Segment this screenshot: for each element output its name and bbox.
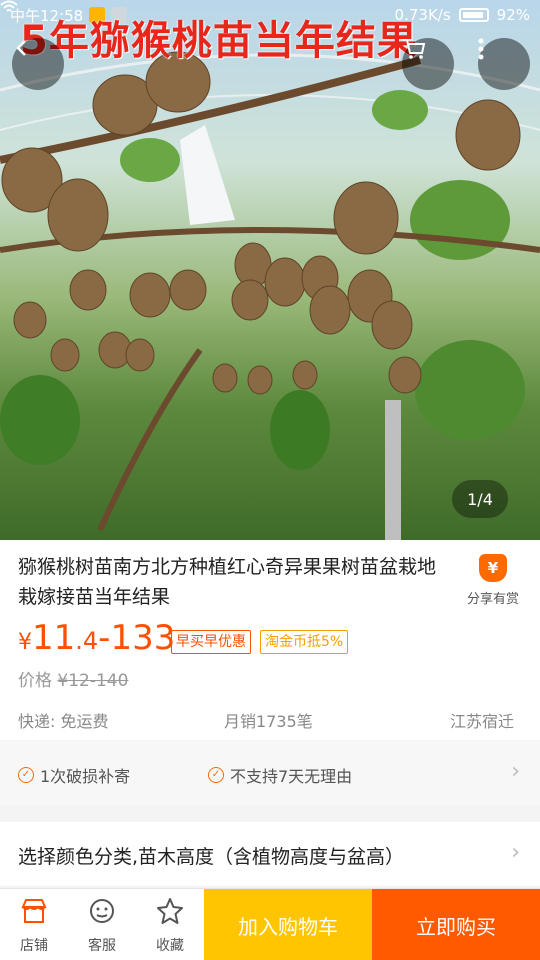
original-price-label: 价格 (18, 671, 52, 691)
store-icon (21, 899, 47, 923)
store-button[interactable]: 店铺 (2, 897, 66, 955)
money-bag-icon: ¥ (479, 554, 507, 582)
product-image-gallery[interactable]: 中午12:58 0.73K/s 92% 5年猕猴桃苗当年结果 1/4 (0, 0, 540, 540)
chevron-right-icon: › (511, 759, 520, 784)
share-reward-button[interactable]: ¥ 分享有赏 (460, 554, 526, 607)
guarantee-label: 1次破损补寄 (40, 767, 131, 786)
price-integer: 11 (32, 618, 76, 658)
service-guarantees[interactable]: ✓ 1次破损补寄 ✓ 不支持7天无理由 › (0, 741, 540, 805)
shipping-info: 快递: 免运费 (18, 712, 109, 731)
sku-select-label: 选择颜色分类,苗木高度（含植物高度与盆高） (18, 846, 405, 868)
chevron-right-icon: › (511, 840, 520, 865)
guarantee-label: 不支持7天无理由 (230, 767, 353, 786)
cart-button[interactable] (402, 38, 454, 90)
sku-select-row[interactable]: 选择颜色分类,苗木高度（含植物高度与盆高） › (0, 822, 540, 886)
customer-service-icon (90, 899, 114, 923)
kiwi-photo (0, 51, 540, 540)
ship-location: 江苏宿迁 (450, 712, 515, 731)
coin-discount-tag: 淘金币抵5% (260, 630, 349, 654)
guarantee-item: ✓ 1次破损补寄 (18, 763, 130, 787)
bottom-action-bar: 店铺 客服 收藏 加入购物车 立即购买 (0, 888, 540, 960)
price-range-end: -133 (98, 618, 176, 658)
store-label: 店铺 (20, 938, 48, 954)
chevron-left-icon (16, 40, 26, 56)
favorite-button[interactable]: 收藏 (138, 897, 202, 955)
add-to-cart-button[interactable]: 加入购物车 (204, 889, 372, 960)
more-button[interactable] (478, 38, 530, 90)
check-circle-icon: ✓ (18, 767, 34, 783)
customer-service-button[interactable]: 客服 (70, 897, 134, 955)
product-title: 猕猴桃树苗南方北方种植红心奇异果果树苗盆栽地栽嫁接苗当年结果 (18, 556, 437, 608)
price-decimal: .4 (75, 627, 99, 655)
promo-tag: 早买早优惠 (171, 630, 251, 654)
monthly-sales: 月销1735笔 (224, 712, 313, 731)
price: ¥ 11 .4 -133 (18, 618, 175, 658)
original-price: 价格 ¥12-140 (18, 666, 128, 691)
share-label: 分享有赏 (466, 592, 519, 607)
gallery-pager: 1/4 (452, 480, 508, 518)
product-detail-page: 中午12:58 0.73K/s 92% 5年猕猴桃苗当年结果 1/4 猕猴桃树苗… (0, 0, 540, 960)
favorite-label: 收藏 (156, 938, 184, 954)
cart-icon (403, 39, 426, 59)
star-icon (157, 898, 183, 924)
price-currency: ¥ (18, 630, 32, 655)
wifi-icon (0, 0, 18, 12)
check-circle-icon: ✓ (208, 767, 224, 783)
more-vertical-icon (478, 38, 484, 60)
product-info: 猕猴桃树苗南方北方种植红心奇异果果树苗盆栽地栽嫁接苗当年结果 ¥ 分享有赏 ¥ … (0, 540, 540, 740)
service-label: 客服 (88, 938, 116, 954)
guarantee-item: ✓ 不支持7天无理由 (208, 763, 352, 787)
original-price-value: ¥12-140 (57, 671, 129, 691)
buy-now-button[interactable]: 立即购买 (372, 889, 540, 960)
back-button[interactable] (12, 38, 64, 90)
